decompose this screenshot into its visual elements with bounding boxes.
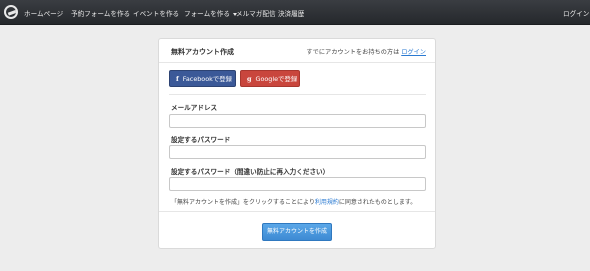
terms-link[interactable]: 利用規約 [315,199,339,206]
agree-prefix: 「無料アカウントを作成」をクリックすることにより [171,199,315,206]
terms-agreement: 「無料アカウントを作成」をクリックすることにより利用規約に同意されたものとします… [171,197,416,206]
nav-reservation-form[interactable]: 予約フォームを作る [71,8,130,18]
nav-form-dropdown[interactable]: フォームを作る [184,8,237,18]
google-signup-button[interactable]: g Googleで登録 [240,70,300,87]
nav-mail-magazine[interactable]: メルマガ配信 [236,8,276,18]
facebook-signup-label: Facebookで登録 [182,75,232,83]
logo-icon[interactable] [4,5,18,19]
google-icon: g [247,75,252,83]
email-label: メールアドレス [171,104,218,112]
password-confirm-label: 設定するパスワード（間違い防止に再入力ください） [171,168,330,176]
signup-card: 無料アカウント作成 すでにアカウントをお持ちの方は ログイン f Faceboo… [158,38,436,249]
top-navbar: ホームページ 予約フォームを作る イベントを作る フォームを作る メルマガ配信 … [0,0,590,25]
header-divider [159,62,435,63]
nav-payment-history[interactable]: 決済履歴 [278,8,304,18]
nav-login[interactable]: ログイン [563,8,589,18]
email-field[interactable] [169,114,426,128]
agree-suffix: に同意されたものとします。 [338,199,417,206]
nav-home[interactable]: ホームページ [24,8,63,18]
nav-form-label: フォームを作る [184,10,230,18]
nav-event[interactable]: イベントを作る [133,8,179,18]
password-field[interactable] [169,145,426,159]
footer-divider [159,211,435,212]
social-divider [169,94,426,95]
have-account-text: すでにアカウントをお持ちの方は ログイン [306,47,426,56]
facebook-icon: f [176,75,179,83]
password-confirm-field[interactable] [169,177,426,191]
password-label: 設定するパスワード [171,136,231,144]
facebook-signup-button[interactable]: f Facebookで登録 [169,70,236,87]
create-account-button[interactable]: 無料アカウントを作成 [262,223,332,241]
google-signup-label: Googleで登録 [255,75,298,83]
card-title: 無料アカウント作成 [171,48,234,56]
login-link[interactable]: ログイン [401,49,426,56]
have-account-label: すでにアカウントをお持ちの方は [306,49,400,56]
